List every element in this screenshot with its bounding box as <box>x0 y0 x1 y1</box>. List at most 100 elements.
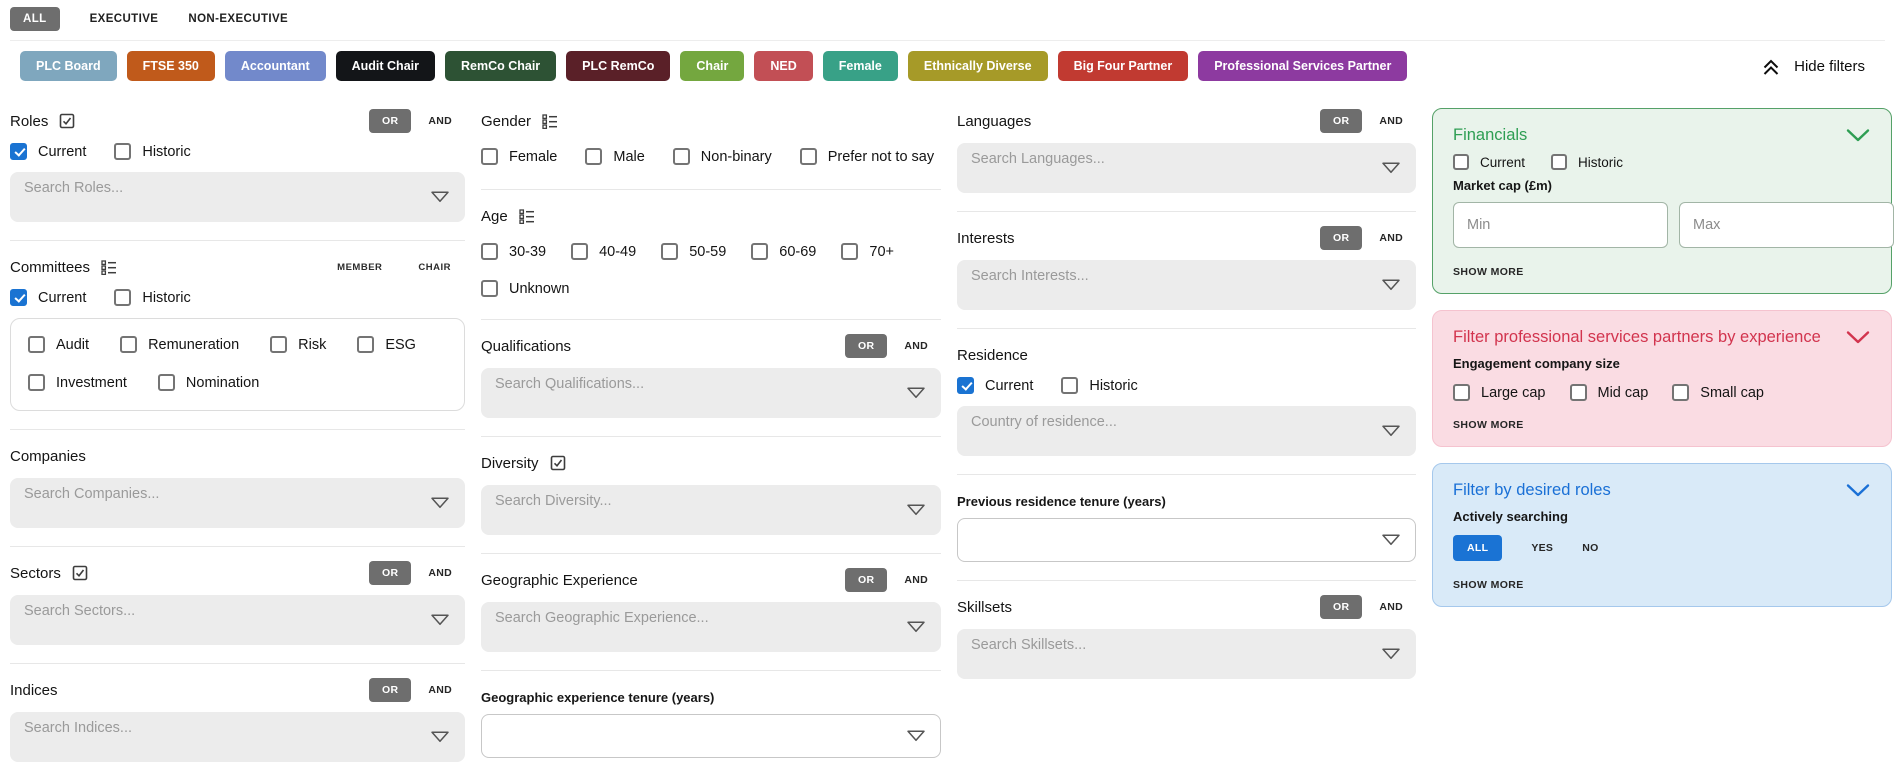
financials-historic-checkbox[interactable]: Historic <box>1551 154 1623 170</box>
mid-cap-checkbox[interactable]: Mid cap <box>1569 384 1649 401</box>
chip-ftse-350[interactable]: FTSE 350 <box>126 51 215 81</box>
sectors-or-button[interactable]: OR <box>368 561 412 585</box>
market-cap-min-input[interactable] <box>1453 202 1668 248</box>
chip-big-four-partner[interactable]: Big Four Partner <box>1057 51 1189 81</box>
chip-plc-remco[interactable]: PLC RemCo <box>566 51 671 81</box>
languages-or-button[interactable]: OR <box>1319 109 1363 133</box>
chip-accountant[interactable]: Accountant <box>224 51 326 81</box>
age-70-plus-checkbox[interactable]: 70+ <box>841 243 894 260</box>
age-60-69-checkbox[interactable]: 60-69 <box>751 243 816 260</box>
tab-executive[interactable]: EXECUTIVE <box>90 7 159 31</box>
country-of-residence-input[interactable] <box>957 406 1416 456</box>
gender-non-binary-checkbox[interactable]: Non-binary <box>672 148 772 165</box>
search-languages-input[interactable] <box>957 143 1416 193</box>
checkbox-label: Unknown <box>509 280 570 297</box>
checkbox-label: Investment <box>56 374 127 391</box>
gender-female-checkbox[interactable]: Female <box>481 148 557 165</box>
qualifications-or-button[interactable]: OR <box>844 334 888 358</box>
actively-searching-yes-button[interactable]: YES <box>1531 542 1553 554</box>
small-cap-checkbox[interactable]: Small cap <box>1672 384 1764 401</box>
roles-or-button[interactable]: OR <box>368 109 412 133</box>
search-geographic-experience-input[interactable] <box>481 602 941 652</box>
indices-and-button[interactable]: AND <box>428 684 452 696</box>
interests-and-button[interactable]: AND <box>1379 232 1403 244</box>
top-bar: ALL EXECUTIVE NON-EXECUTIVE PLC Board FT… <box>0 0 1897 93</box>
roles-historic-checkbox[interactable]: Historic <box>114 143 191 160</box>
residence-current-checkbox[interactable]: Current <box>957 377 1033 394</box>
age-30-39-checkbox[interactable]: 30-39 <box>481 243 546 260</box>
search-interests-input[interactable] <box>957 260 1416 310</box>
indices-or-button[interactable]: OR <box>368 678 412 702</box>
chip-audit-chair[interactable]: Audit Chair <box>335 51 435 81</box>
filters-column-1: Roles OR AND Current Historic Search Rol… <box>10 95 465 780</box>
large-cap-checkbox[interactable]: Large cap <box>1453 384 1546 401</box>
prev-residence-tenure-dropdown[interactable] <box>957 518 1416 562</box>
checkbox-label: Historic <box>142 289 191 306</box>
languages-and-button[interactable]: AND <box>1379 115 1403 127</box>
gender-prefer-not-checkbox[interactable]: Prefer not to say <box>799 148 934 165</box>
search-skillsets-input[interactable] <box>957 629 1416 679</box>
chip-plc-board[interactable]: PLC Board <box>20 51 117 81</box>
partners-show-more-button[interactable]: SHOW MORE <box>1453 419 1524 431</box>
committee-nomination-checkbox[interactable]: Nomination <box>157 374 259 391</box>
chip-remco-chair[interactable]: RemCo Chair <box>444 51 557 81</box>
skillsets-or-button[interactable]: OR <box>1319 595 1363 619</box>
chip-chair[interactable]: Chair <box>680 51 745 81</box>
committee-investment-checkbox[interactable]: Investment <box>28 374 127 391</box>
chevron-down-icon[interactable] <box>1845 330 1871 345</box>
chip-ned[interactable]: NED <box>754 51 813 81</box>
committee-remuneration-checkbox[interactable]: Remuneration <box>120 336 239 353</box>
checkbox-label: 40-49 <box>599 243 637 260</box>
chip-professional-services-partner[interactable]: Professional Services Partner <box>1198 51 1408 81</box>
search-qualifications-input[interactable] <box>481 368 941 418</box>
checkbox-label: Audit <box>56 336 90 353</box>
financials-show-more-button[interactable]: SHOW MORE <box>1453 266 1524 278</box>
age-unknown-checkbox[interactable]: Unknown <box>481 280 569 297</box>
hide-filters-button[interactable]: Hide filters <box>1760 55 1871 77</box>
committees-options-box: Audit Remuneration Risk ESG Investment N… <box>10 318 465 411</box>
committees-current-checkbox[interactable]: Current <box>10 289 86 306</box>
committee-risk-checkbox[interactable]: Risk <box>270 336 326 353</box>
tab-non-executive[interactable]: NON-EXECUTIVE <box>188 7 288 31</box>
partners-experience-panel: Filter professional services partners by… <box>1432 310 1892 447</box>
sectors-and-button[interactable]: AND <box>428 567 452 579</box>
committee-esg-checkbox[interactable]: ESG <box>357 336 416 353</box>
actively-searching-all-button[interactable]: ALL <box>1453 535 1503 561</box>
section-qualifications: Qualifications OR AND <box>481 320 941 437</box>
filters-grid: Roles OR AND Current Historic Search Rol… <box>0 93 1897 780</box>
gender-male-checkbox[interactable]: Male <box>585 148 645 165</box>
geographic-or-button[interactable]: OR <box>844 568 888 592</box>
chip-female[interactable]: Female <box>822 51 898 81</box>
search-diversity-input[interactable] <box>481 485 941 535</box>
age-title: Age <box>481 207 508 225</box>
financials-current-checkbox[interactable]: Current <box>1453 154 1525 170</box>
age-50-59-checkbox[interactable]: 50-59 <box>661 243 726 260</box>
skillsets-and-button[interactable]: AND <box>1379 601 1403 613</box>
committees-historic-checkbox[interactable]: Historic <box>114 289 191 306</box>
committees-title: Committees <box>10 258 91 276</box>
checkbox-label: Current <box>38 143 87 160</box>
tab-all[interactable]: ALL <box>10 7 60 31</box>
section-indices: Indices OR AND <box>10 664 465 780</box>
roles-and-button[interactable]: AND <box>428 115 452 127</box>
search-indices-input[interactable] <box>10 712 465 762</box>
committee-audit-checkbox[interactable]: Audit <box>28 336 89 353</box>
geographic-and-button[interactable]: AND <box>904 574 928 586</box>
search-roles-input[interactable] <box>10 172 465 222</box>
qualifications-and-button[interactable]: AND <box>904 340 928 352</box>
market-cap-max-input[interactable] <box>1679 202 1894 248</box>
chip-ethnically-diverse[interactable]: Ethnically Diverse <box>907 51 1048 81</box>
residence-historic-checkbox[interactable]: Historic <box>1061 377 1138 394</box>
search-companies-input[interactable] <box>10 478 465 528</box>
actively-searching-no-button[interactable]: NO <box>1582 542 1598 554</box>
desired-roles-show-more-button[interactable]: SHOW MORE <box>1453 579 1524 591</box>
search-sectors-input[interactable] <box>10 595 465 645</box>
checkbox-label: Mid cap <box>1597 384 1649 401</box>
interests-or-button[interactable]: OR <box>1319 226 1363 250</box>
age-40-49-checkbox[interactable]: 40-49 <box>571 243 636 260</box>
chevron-down-icon[interactable] <box>1845 483 1871 498</box>
chevron-down-icon[interactable] <box>1845 128 1871 143</box>
quick-filter-chips: PLC Board FTSE 350 Accountant Audit Chai… <box>10 41 1885 93</box>
checked-box-icon <box>59 113 75 129</box>
roles-current-checkbox[interactable]: Current <box>10 143 86 160</box>
